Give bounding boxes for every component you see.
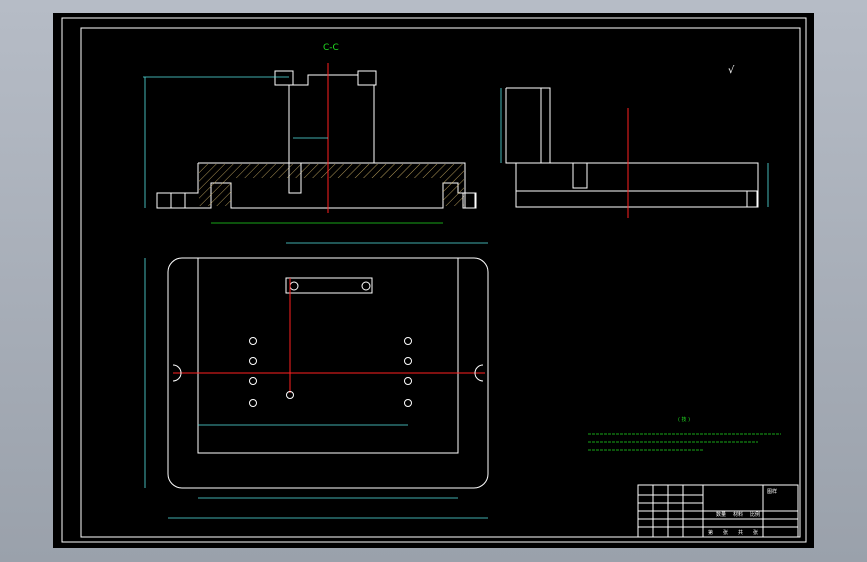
section-view-cc: C-C [143, 43, 477, 224]
hole-r1 [404, 337, 412, 345]
hole-l4 [249, 399, 257, 407]
hole-l2 [249, 357, 257, 365]
notes-title: ( 技 ) [678, 416, 690, 423]
tb-scale: 比例 [750, 511, 760, 518]
plan-view [144, 242, 489, 519]
left-boss [274, 70, 294, 86]
side-base [515, 162, 759, 208]
right-boss [357, 70, 377, 86]
cad-viewport[interactable]: C-C √ (技) 图样 数量 材料 比例 第 张 共 张 [53, 13, 814, 548]
upright-outline [288, 74, 375, 164]
inner-border [80, 27, 801, 538]
side-upright [505, 87, 551, 164]
tb-total-unit: 张 [753, 529, 758, 536]
technical-notes: ( 技 ) [588, 416, 781, 451]
side-view: √ [500, 65, 769, 218]
slot-hole-right [361, 281, 371, 291]
side-hole-left [572, 162, 588, 189]
outer-border [61, 17, 807, 543]
tb-qty: 数量 [716, 511, 726, 518]
hole-l1 [249, 337, 257, 345]
tb-total: 共 [738, 529, 743, 536]
hole-r2 [404, 357, 412, 365]
tb-sheet-unit: 张 [723, 529, 728, 536]
slot-hole-left [289, 281, 299, 291]
counterbore-left [170, 192, 186, 209]
plan-top-slot [285, 277, 373, 294]
hole-l3 [249, 377, 257, 385]
hole-r3 [404, 377, 412, 385]
base-hatch-left [199, 164, 231, 206]
roughness-mark: √ [728, 65, 735, 76]
tb-drawing-no: 图样 [767, 488, 777, 495]
title-block: 图样 数量 材料 比例 第 张 共 张 [637, 484, 799, 538]
engineering-drawing: C-C √ (技) 图样 数量 材料 比例 第 张 共 张 [61, 17, 807, 543]
section-label: C-C [323, 43, 339, 53]
base-hatch-right [443, 164, 464, 206]
side-hole-right [746, 190, 758, 208]
tb-material: 材料 [733, 511, 743, 518]
tb-sheet: 第 [708, 529, 713, 536]
hole-r4 [404, 399, 412, 407]
base-hatch-top [231, 164, 443, 178]
plan-inner [197, 257, 459, 454]
